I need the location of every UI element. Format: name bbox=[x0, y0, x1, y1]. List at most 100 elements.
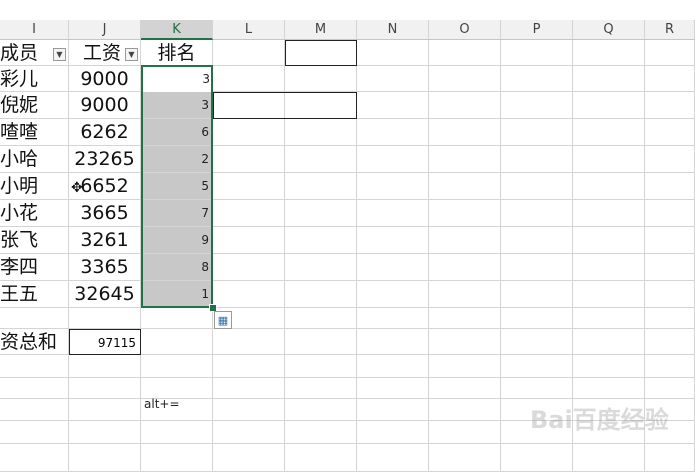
bordered-cell-lm[interactable] bbox=[213, 92, 357, 119]
grid-cell[interactable] bbox=[501, 92, 573, 119]
grid-cell[interactable] bbox=[645, 444, 695, 472]
grid-cell[interactable] bbox=[357, 66, 429, 92]
grid-cell[interactable] bbox=[429, 200, 501, 227]
grid-cell[interactable] bbox=[501, 254, 573, 281]
grid-cell[interactable] bbox=[213, 254, 285, 281]
grid-cell[interactable] bbox=[213, 200, 285, 227]
grid-cell[interactable] bbox=[141, 308, 213, 329]
grid-cell[interactable] bbox=[357, 200, 429, 227]
grid-cell[interactable] bbox=[69, 399, 141, 421]
grid-cell[interactable] bbox=[69, 378, 141, 399]
grid-cell[interactable] bbox=[285, 355, 357, 378]
grid-cell[interactable] bbox=[645, 378, 695, 399]
grid-cell[interactable] bbox=[213, 227, 285, 254]
grid-cell[interactable] bbox=[573, 227, 645, 254]
grid-cell[interactable] bbox=[0, 399, 69, 421]
grid-cell[interactable] bbox=[0, 444, 69, 472]
grid-cell[interactable] bbox=[213, 66, 285, 92]
grid-cell[interactable] bbox=[573, 329, 645, 355]
grid-cell[interactable] bbox=[357, 308, 429, 329]
grid-cell[interactable] bbox=[357, 173, 429, 200]
grid-cell[interactable] bbox=[573, 92, 645, 119]
grid-cell[interactable] bbox=[141, 355, 213, 378]
grid-cell[interactable] bbox=[645, 329, 695, 355]
rank-cell[interactable]: 2 bbox=[141, 146, 213, 173]
grid-cell[interactable] bbox=[285, 66, 357, 92]
salary-cell[interactable]: 3365 bbox=[69, 254, 141, 281]
grid-cell[interactable] bbox=[285, 254, 357, 281]
grid-cell[interactable] bbox=[573, 254, 645, 281]
grid-cell[interactable] bbox=[285, 308, 357, 329]
member-cell[interactable]: 李四 bbox=[0, 254, 69, 281]
member-cell[interactable]: 小明 bbox=[0, 173, 69, 200]
grid-cell[interactable] bbox=[645, 92, 695, 119]
grid-cell[interactable] bbox=[213, 173, 285, 200]
grid-cell[interactable] bbox=[213, 329, 285, 355]
member-cell[interactable]: 倪妮 bbox=[0, 92, 69, 119]
grid-cell[interactable] bbox=[573, 355, 645, 378]
quick-analysis-icon[interactable]: ▦ bbox=[214, 311, 232, 329]
grid-cell[interactable] bbox=[573, 173, 645, 200]
grid-cell[interactable] bbox=[429, 40, 501, 66]
grid-cell[interactable] bbox=[573, 444, 645, 472]
grid-cell[interactable] bbox=[501, 378, 573, 399]
grid-cell[interactable] bbox=[141, 329, 213, 355]
grid-cell[interactable] bbox=[645, 200, 695, 227]
grid-cell[interactable] bbox=[69, 421, 141, 444]
grid-cell[interactable] bbox=[573, 146, 645, 173]
grid-cell[interactable] bbox=[357, 146, 429, 173]
grid-cell[interactable] bbox=[429, 66, 501, 92]
grid-cell[interactable] bbox=[429, 421, 501, 444]
member-cell[interactable]: 小哈 bbox=[0, 146, 69, 173]
salary-cell[interactable]: 9000 bbox=[69, 66, 141, 92]
salary-cell[interactable]: 32645 bbox=[69, 281, 141, 308]
grid-cell[interactable] bbox=[645, 146, 695, 173]
header-rank[interactable]: 排名 bbox=[141, 40, 213, 66]
grid-cell[interactable] bbox=[501, 119, 573, 146]
grid-cell[interactable] bbox=[573, 40, 645, 66]
grid-cell[interactable] bbox=[645, 119, 695, 146]
grid-cell[interactable] bbox=[357, 40, 429, 66]
grid-cell[interactable] bbox=[285, 119, 357, 146]
grid-cell[interactable] bbox=[645, 40, 695, 66]
grid-cell[interactable] bbox=[429, 227, 501, 254]
grid-cell[interactable] bbox=[0, 355, 69, 378]
grid-cell[interactable] bbox=[429, 308, 501, 329]
grid-cell[interactable] bbox=[429, 355, 501, 378]
rank-cell[interactable]: 8 bbox=[141, 254, 213, 281]
member-cell[interactable]: 小花 bbox=[0, 200, 69, 227]
grid-cell[interactable] bbox=[429, 444, 501, 472]
rank-cell[interactable]: 1 bbox=[141, 281, 213, 308]
grid-cell[interactable] bbox=[645, 227, 695, 254]
grid-cell[interactable] bbox=[573, 200, 645, 227]
grid-cell[interactable] bbox=[501, 146, 573, 173]
grid-cell[interactable] bbox=[429, 173, 501, 200]
grid-cell[interactable] bbox=[501, 173, 573, 200]
grid-cell[interactable] bbox=[357, 421, 429, 444]
grid-cell[interactable] bbox=[285, 421, 357, 444]
grid-cell[interactable] bbox=[285, 146, 357, 173]
grid-cell[interactable] bbox=[69, 444, 141, 472]
grid-cell[interactable] bbox=[285, 399, 357, 421]
rank-cell[interactable]: 3 bbox=[141, 92, 213, 119]
grid-cell[interactable] bbox=[213, 119, 285, 146]
column-header-p[interactable]: P bbox=[501, 20, 573, 40]
grid-cell[interactable] bbox=[501, 227, 573, 254]
grid-cell[interactable] bbox=[573, 119, 645, 146]
grid-cell[interactable] bbox=[285, 200, 357, 227]
grid-cell[interactable] bbox=[285, 227, 357, 254]
dropdown-arrow-icon[interactable]: ▼ bbox=[53, 48, 66, 61]
salary-cell[interactable]: 6262 bbox=[69, 119, 141, 146]
grid-cell[interactable] bbox=[429, 254, 501, 281]
grid-cell[interactable] bbox=[645, 355, 695, 378]
grid-cell[interactable] bbox=[573, 308, 645, 329]
grid-cell[interactable] bbox=[285, 329, 357, 355]
member-cell[interactable]: 王五 bbox=[0, 281, 69, 308]
grid-cell[interactable] bbox=[285, 281, 357, 308]
dropdown-arrow-icon[interactable]: ▼ bbox=[125, 48, 138, 61]
total-value[interactable]: 97115 bbox=[69, 329, 141, 355]
column-header-l[interactable]: L bbox=[213, 20, 285, 40]
grid-cell[interactable] bbox=[645, 281, 695, 308]
grid-cell[interactable] bbox=[357, 254, 429, 281]
salary-cell[interactable]: 9000 bbox=[69, 92, 141, 119]
